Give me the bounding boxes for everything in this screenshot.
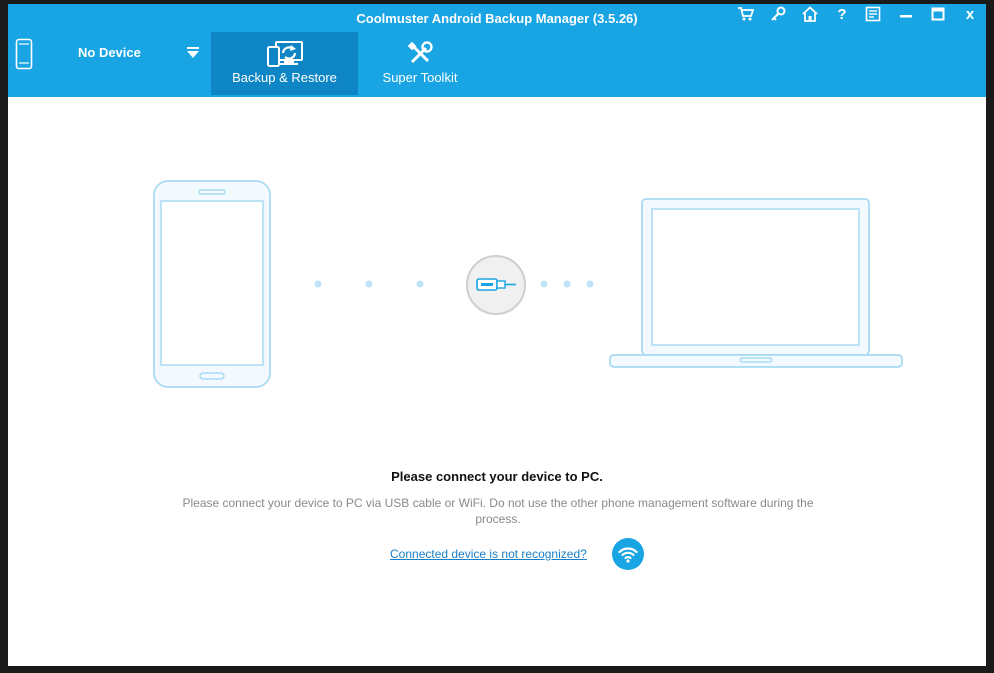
minimize-icon bbox=[900, 15, 912, 18]
connect-description: Please connect your device to PC via USB… bbox=[182, 496, 814, 526]
tab-backup-restore[interactable]: Backup & Restore bbox=[211, 32, 358, 95]
key-icon bbox=[771, 6, 786, 21]
close-button[interactable]: x bbox=[958, 4, 982, 24]
usb-icon bbox=[466, 255, 526, 315]
app-window: Coolmuster Android Backup Manager (3.5.2… bbox=[8, 4, 986, 666]
wifi-icon bbox=[618, 547, 638, 563]
device-selector-label[interactable]: No Device bbox=[78, 45, 141, 60]
connection-illustration bbox=[153, 180, 903, 388]
caret-down-icon[interactable] bbox=[187, 47, 199, 59]
phone-icon[interactable] bbox=[15, 38, 33, 70]
device-not-recognized-link[interactable]: Connected device is not recognized? bbox=[390, 547, 587, 561]
feedback-button[interactable] bbox=[861, 4, 885, 24]
header-bar: Coolmuster Android Backup Manager (3.5.2… bbox=[8, 4, 986, 97]
minimize-button[interactable] bbox=[894, 4, 918, 24]
cart-button[interactable] bbox=[734, 4, 758, 24]
home-icon bbox=[802, 6, 818, 22]
connect-headline: Please connect your device to PC. bbox=[391, 469, 603, 484]
maximize-button[interactable] bbox=[926, 4, 950, 24]
help-icon: ? bbox=[837, 5, 847, 23]
cart-icon bbox=[738, 7, 754, 21]
help-button[interactable]: ? bbox=[830, 4, 854, 24]
feedback-icon bbox=[865, 6, 881, 22]
tools-icon bbox=[407, 41, 433, 64]
laptop-illustration bbox=[609, 198, 903, 368]
tab-label: Backup & Restore bbox=[232, 70, 337, 85]
tab-super-toolkit[interactable]: Super Toolkit bbox=[360, 32, 480, 95]
wifi-connect-button[interactable] bbox=[612, 538, 644, 570]
close-icon: x bbox=[965, 5, 975, 23]
home-button[interactable] bbox=[798, 4, 822, 24]
tab-label: Super Toolkit bbox=[382, 70, 458, 85]
phone-illustration bbox=[153, 180, 271, 388]
backup-restore-icon bbox=[266, 41, 303, 67]
maximize-icon bbox=[931, 7, 945, 21]
connection-dots bbox=[314, 280, 594, 288]
register-button[interactable] bbox=[766, 4, 790, 24]
